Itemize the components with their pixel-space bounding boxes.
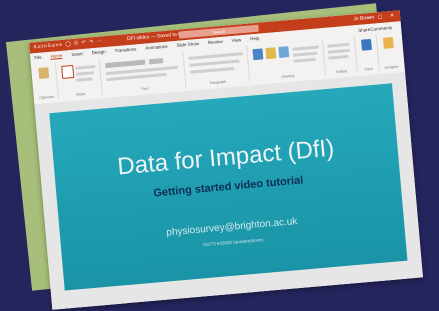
group-font: Font [100,51,187,95]
font-size-box[interactable] [148,58,164,65]
tab-file[interactable]: File [34,55,42,61]
group-slides: Slides [56,58,103,99]
dictate-icon[interactable] [361,38,372,51]
tab-insert[interactable]: Insert [71,51,83,57]
slide[interactable]: Data for Impact (DfI) Getting started vi… [49,83,408,291]
design-ideas-icon[interactable] [382,36,394,49]
slide-canvas: Data for Impact (DfI) Getting started vi… [34,72,423,310]
scene: AutoSave ◯ ⎘ ↶ ↷ ⋯ DFI slides — Saved to… [0,0,439,311]
arrange-icon[interactable] [265,47,277,60]
group-editing: Editing [323,36,358,75]
tab-animations[interactable]: Animations [145,44,168,51]
tab-home[interactable]: Home [50,52,63,60]
group-designer: Designer [378,32,403,70]
powerpoint-window: AutoSave ◯ ⎘ ↶ ↷ ⋯ DFI slides — Saved to… [29,10,423,310]
tab-view[interactable]: View [231,37,241,43]
tab-help[interactable]: Help [250,36,260,42]
tab-review[interactable]: Review [208,39,223,45]
group-voice: Voice [355,34,380,73]
paste-icon[interactable] [38,67,50,79]
group-drawing: Drawing [248,39,326,82]
font-name-box[interactable] [105,59,146,69]
group-clipboard: Clipboard [32,62,59,101]
shapes-icon[interactable] [252,48,264,61]
tab-design[interactable]: Design [91,49,105,55]
new-slide-icon[interactable] [61,64,75,79]
tab-transitions[interactable]: Transitions [114,46,136,53]
quick-styles-icon[interactable] [278,46,290,58]
tab-slide-show[interactable]: Slide Show [176,41,199,48]
group-paragraph: Paragraph [184,45,251,88]
